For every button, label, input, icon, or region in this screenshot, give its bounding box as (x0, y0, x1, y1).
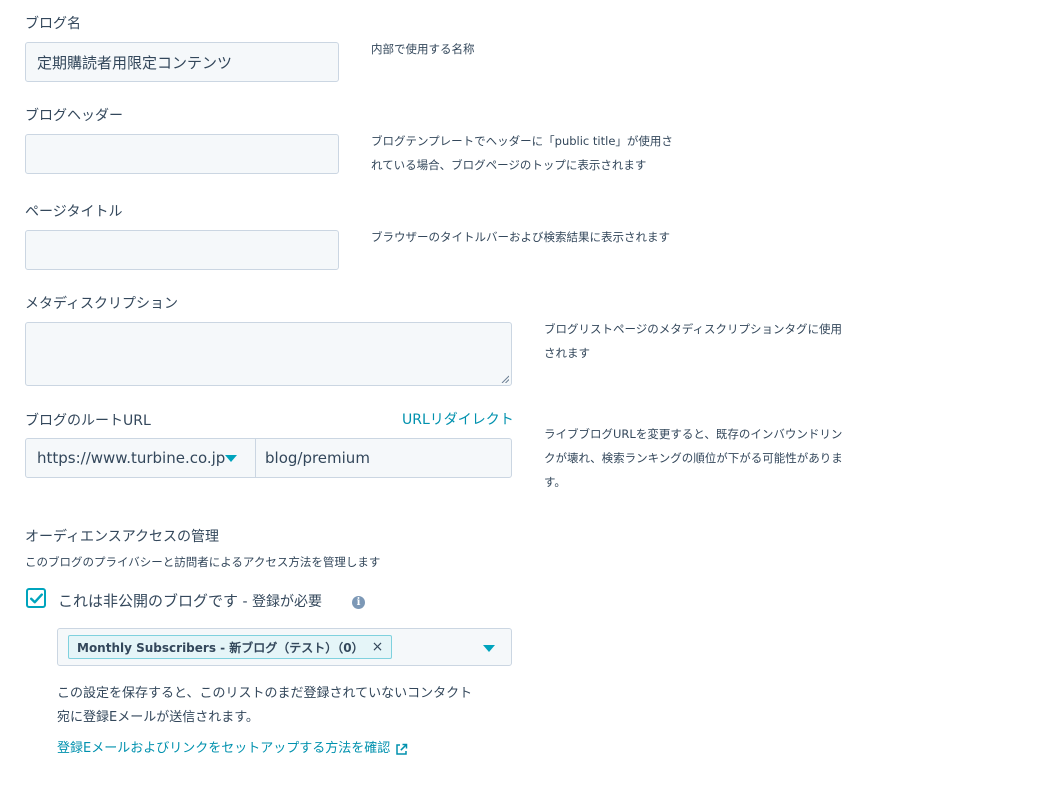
blog-header-input[interactable] (25, 134, 339, 174)
check-icon (29, 592, 43, 603)
root-url-help-line1: ライブブログURLを変更すると、既存のインバウンドリン (544, 427, 843, 441)
root-url-help-line2: クが壊れ、検索ランキングの順位が下がる可能性がありま (544, 451, 843, 465)
external-link-icon (396, 743, 408, 755)
private-blog-checkbox[interactable] (26, 588, 46, 608)
root-url-label: ブログのルートURL (25, 413, 151, 429)
audience-section-title: オーディエンスアクセスの管理 (25, 529, 220, 545)
selected-list-tag: Monthly Subscribers - 新ブログ（テスト）（0） × (68, 635, 393, 659)
blog-name-help: 内部で使用する名称 (371, 42, 475, 56)
page-title-input[interactable] (25, 230, 339, 270)
tag-remove-icon[interactable]: × (372, 639, 384, 655)
meta-description-help-line2: されます (544, 346, 590, 360)
private-blog-label: これは非公開のブログです - 登録が必要 (58, 591, 322, 612)
root-url-help-line3: す。 (544, 475, 566, 489)
url-redirect-link[interactable]: URLリダイレクト (402, 411, 514, 429)
private-blog-label-text: これは非公開のブログです (58, 592, 239, 610)
blog-header-help-line1: ブログテンプレートでヘッダーに「public title」が使用さ (371, 134, 673, 148)
page-title-label: ページタイトル (25, 204, 123, 220)
page-title-help: ブラウザーのタイトルバーおよび検索結果に表示されます (371, 230, 670, 244)
domain-value: https://www.turbine.co.jp (37, 449, 226, 467)
url-path-value: blog/premium (265, 449, 370, 467)
audience-note-line1: この設定を保存すると、このリストのまだ登録されていないコンタクト (57, 686, 473, 701)
blog-name-input[interactable]: 定期購読者用限定コンテンツ (25, 42, 339, 82)
list-caret-down-icon[interactable] (483, 645, 495, 652)
blog-header-label: ブログヘッダー (25, 108, 123, 124)
setup-guide-link[interactable]: 登録Eメールおよびリンクをセットアップする方法を確認 (57, 739, 408, 759)
domain-select[interactable]: https://www.turbine.co.jp (25, 438, 256, 478)
audience-note-line2: 宛に登録Eメールが送信されます。 (57, 710, 259, 725)
resize-grip-icon[interactable] (501, 375, 509, 383)
subscription-list-select[interactable]: Monthly Subscribers - 新ブログ（テスト）（0） × (57, 628, 512, 666)
meta-description-textarea[interactable] (25, 322, 512, 386)
meta-description-label: メタディスクリプション (25, 296, 179, 312)
blog-name-value: 定期購読者用限定コンテンツ (37, 53, 233, 72)
private-blog-label-suffix: - 登録が必要 (238, 594, 322, 610)
blog-header-help-line2: れている場合、ブログページのトップに表示されます (371, 158, 647, 172)
selected-list-tag-label: Monthly Subscribers - 新ブログ（テスト）（0） (77, 640, 364, 655)
caret-down-icon[interactable] (225, 455, 237, 462)
audience-section-subtitle: このブログのプライバシーと訪問者によるアクセス方法を管理します (25, 555, 381, 569)
url-path-input[interactable]: blog/premium (255, 438, 512, 478)
setup-guide-link-text: 登録Eメールおよびリンクをセットアップする方法を確認 (57, 741, 391, 756)
blog-name-label: ブログ名 (25, 16, 81, 32)
info-icon[interactable]: i (352, 596, 365, 609)
meta-description-help-line1: ブログリストページのメタディスクリプションタグに使用 (544, 322, 842, 336)
blog-settings-page: ブログ名 定期購読者用限定コンテンツ 内部で使用する名称 ブログヘッダー ブログ… (0, 0, 1058, 799)
